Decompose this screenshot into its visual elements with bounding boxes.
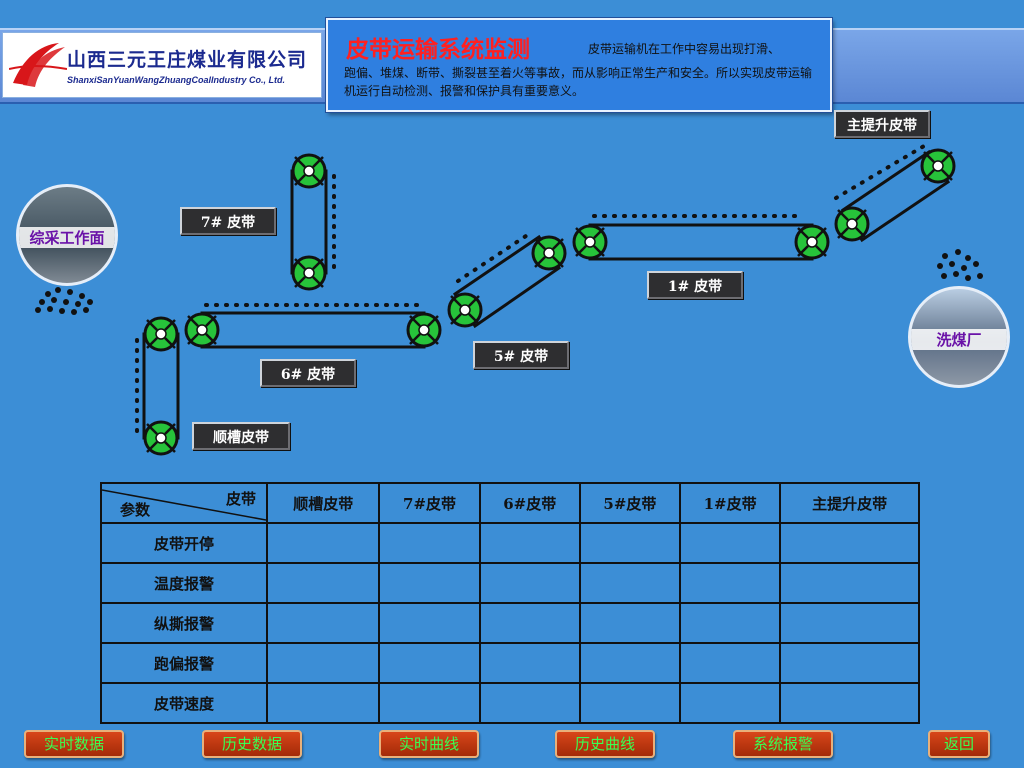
- table-cell: [678, 682, 782, 724]
- table-cell: [378, 602, 481, 644]
- table-cell: [265, 522, 381, 564]
- table-cell: [779, 602, 920, 644]
- conveyor-diagram: [35, 144, 983, 456]
- table-cell: [578, 682, 681, 724]
- label-belt-main: 主提升皮带: [834, 110, 930, 138]
- pulley-6-right: [406, 312, 442, 348]
- table-cell: [678, 602, 782, 644]
- row-header: 纵撕报警: [100, 602, 268, 644]
- pulley-chute-top: [143, 316, 179, 352]
- table-cell: [265, 602, 381, 644]
- table-row: 跑偏报警: [100, 642, 920, 684]
- history-data-button[interactable]: 历史数据: [202, 730, 302, 758]
- realtime-data-button[interactable]: 实时数据: [24, 730, 124, 758]
- pulley-chute-bottom: [143, 420, 179, 456]
- label-belt-1: 1# 皮带: [647, 271, 743, 299]
- pulley-7-bottom: [291, 255, 327, 291]
- table-row: 皮带开停: [100, 522, 920, 564]
- table-cell: [378, 522, 481, 564]
- table-cell: [578, 562, 681, 604]
- table-cell: [578, 602, 681, 644]
- table-row: 皮带速度: [100, 682, 920, 724]
- table-cell: [265, 682, 381, 724]
- table-cell: [779, 642, 920, 684]
- column-header: 顺槽皮带: [265, 482, 381, 524]
- pulley-main-lower: [834, 206, 870, 242]
- belt-7[interactable]: [290, 153, 336, 291]
- table-cell: [678, 642, 782, 684]
- table-cell: [378, 562, 481, 604]
- table-cell: [779, 522, 920, 564]
- column-header: 7#皮带: [378, 482, 481, 524]
- table-cell: [779, 562, 920, 604]
- history-curve-button[interactable]: 历史曲线: [555, 730, 655, 758]
- column-header: 6#皮带: [478, 482, 581, 524]
- belt-chute[interactable]: [135, 316, 180, 456]
- belt-6[interactable]: [184, 303, 442, 349]
- table-row: 纵撕报警: [100, 602, 920, 644]
- table-cell: [378, 642, 481, 684]
- label-belt-7: 7# 皮带: [180, 207, 276, 235]
- belt-5[interactable]: [447, 230, 567, 329]
- table-cell: [578, 522, 681, 564]
- row-header: 跑偏报警: [100, 642, 268, 684]
- back-button[interactable]: 返回: [928, 730, 990, 758]
- coal-pile-plant: [937, 249, 983, 281]
- realtime-curve-button[interactable]: 实时曲线: [379, 730, 479, 758]
- table-cell: [265, 562, 381, 604]
- site-working-face-label: 综采工作面: [19, 227, 115, 248]
- table-cell: [478, 522, 581, 564]
- pulley-7-top: [291, 153, 327, 189]
- table-cell: [478, 562, 581, 604]
- table-cell: [478, 642, 581, 684]
- system-alarm-button[interactable]: 系统报警: [733, 730, 833, 758]
- table-cell: [779, 682, 920, 724]
- table-cell: [478, 682, 581, 724]
- pulley-1-right: [794, 224, 830, 260]
- corner-belt-label: 皮带: [225, 490, 256, 508]
- site-working-face[interactable]: 综采工作面: [16, 184, 118, 286]
- site-coal-plant-label: 洗煤厂: [911, 329, 1007, 350]
- corner-param-label: 参数: [120, 501, 151, 519]
- column-header: 5#皮带: [578, 482, 681, 524]
- table-cell: [578, 642, 681, 684]
- label-belt-chute: 顺槽皮带: [192, 422, 290, 450]
- row-header: 温度报警: [100, 562, 268, 604]
- coal-pile-face: [35, 287, 93, 315]
- belt-main[interactable]: [834, 144, 956, 243]
- pulley-main-upper: [920, 148, 956, 184]
- label-belt-6: 6# 皮带: [260, 359, 356, 387]
- pulley-6-left: [184, 312, 220, 348]
- table-row: 温度报警: [100, 562, 920, 604]
- column-header: 1#皮带: [678, 482, 782, 524]
- parameter-table: 皮带 参数 顺槽皮带 7#皮带 6#皮带 5#皮带 1#皮带 主提升皮带 皮带开…: [100, 482, 920, 724]
- column-header: 主提升皮带: [779, 482, 920, 524]
- table-cell: [378, 682, 481, 724]
- table-cell: [478, 602, 581, 644]
- row-header: 皮带开停: [100, 522, 268, 564]
- table-cell: [265, 642, 381, 684]
- label-belt-5: 5# 皮带: [473, 341, 569, 369]
- table-corner: 皮带 参数: [100, 482, 268, 524]
- pulley-5-upper: [531, 235, 567, 271]
- pulley-5-lower: [447, 292, 483, 328]
- belt-1[interactable]: [572, 214, 830, 261]
- pulley-1-left: [572, 224, 608, 260]
- row-header: 皮带速度: [100, 682, 268, 724]
- table-cell: [678, 562, 782, 604]
- table-cell: [678, 522, 782, 564]
- site-coal-plant[interactable]: 洗煤厂: [908, 286, 1010, 388]
- table-header-row: 皮带 参数 顺槽皮带 7#皮带 6#皮带 5#皮带 1#皮带 主提升皮带: [100, 482, 920, 524]
